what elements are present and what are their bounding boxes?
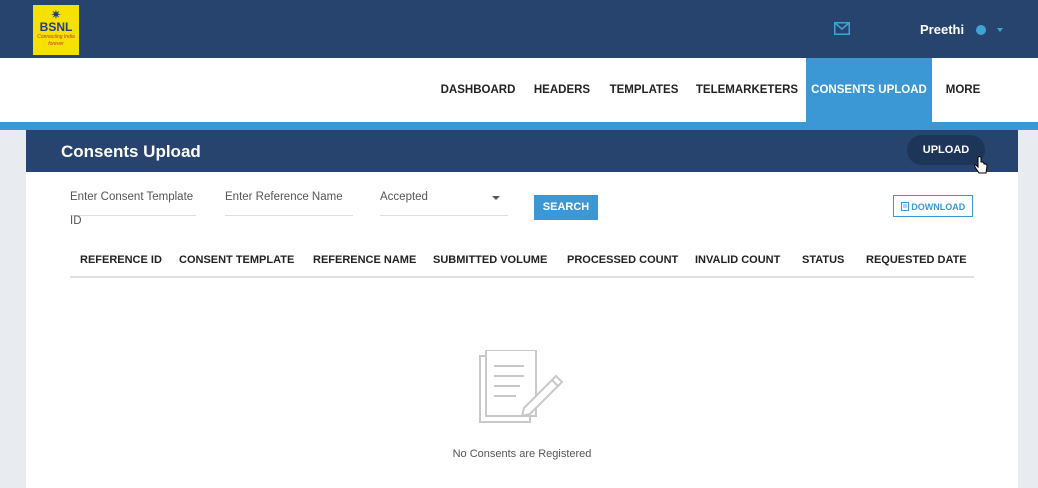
- accent-stripe: [0, 122, 1038, 130]
- column-header-submitted-volume[interactable]: SUBMITTED VOLUME: [433, 254, 547, 266]
- document-icon: [900, 202, 912, 212]
- nav-telemarketers[interactable]: TELEMARKETERS: [692, 58, 802, 122]
- user-name[interactable]: Preethi: [920, 22, 964, 37]
- search-button[interactable]: SEARCH: [534, 195, 598, 220]
- column-header-reference-id[interactable]: REFERENCE ID: [80, 254, 162, 266]
- column-header-consent-template[interactable]: CONSENT TEMPLATE: [179, 254, 294, 266]
- nav-consents-upload[interactable]: CONSENTS UPLOAD: [806, 58, 932, 122]
- user-avatar-icon[interactable]: [976, 25, 986, 35]
- top-bar: ✷ BSNL Connecting India forever Preethi: [0, 0, 1038, 58]
- column-header-status[interactable]: STATUS: [802, 254, 844, 266]
- logo-tagline: Connecting India forever: [37, 34, 75, 47]
- status-select-value: Accepted: [380, 191, 428, 203]
- document-edit-icon: [476, 349, 566, 435]
- nav-headers[interactable]: HEADERS: [526, 58, 598, 122]
- consent-template-id-input[interactable]: Enter Consent Template ID: [70, 185, 196, 227]
- panel-header: Consents Upload UPLOAD: [26, 130, 1018, 174]
- chevron-down-icon: [492, 196, 500, 200]
- caret-down-icon[interactable]: [997, 28, 1003, 32]
- reference-name-input[interactable]: Enter Reference Name: [225, 185, 353, 216]
- column-header-reference-name[interactable]: REFERENCE NAME: [313, 254, 416, 266]
- status-select[interactable]: Accepted: [380, 185, 508, 216]
- download-label: DOWNLOAD: [911, 202, 966, 212]
- mail-icon[interactable]: [834, 22, 850, 40]
- main-nav: DASHBOARD HEADERS TEMPLATES TELEMARKETER…: [0, 58, 1038, 122]
- nav-dashboard[interactable]: DASHBOARD: [432, 58, 524, 122]
- page-title: Consents Upload: [61, 142, 201, 161]
- consents-panel: Consents Upload UPLOAD Enter Consent Tem…: [26, 130, 1018, 488]
- nav-more[interactable]: MORE: [934, 58, 992, 122]
- column-header-processed-count[interactable]: PROCESSED COUNT: [567, 254, 678, 266]
- bsnl-logo[interactable]: ✷ BSNL Connecting India forever: [33, 5, 79, 55]
- column-header-requested-date[interactable]: REQUESTED DATE: [866, 254, 967, 266]
- download-button[interactable]: DOWNLOAD: [893, 195, 973, 217]
- empty-state-message: No Consents are Registered: [452, 448, 592, 460]
- column-header-invalid-count[interactable]: INVALID COUNT: [695, 254, 780, 266]
- table-header-divider: [70, 276, 974, 278]
- nav-templates[interactable]: TEMPLATES: [600, 58, 688, 122]
- logo-name: BSNL: [39, 20, 73, 34]
- hand-cursor-icon: [973, 155, 989, 183]
